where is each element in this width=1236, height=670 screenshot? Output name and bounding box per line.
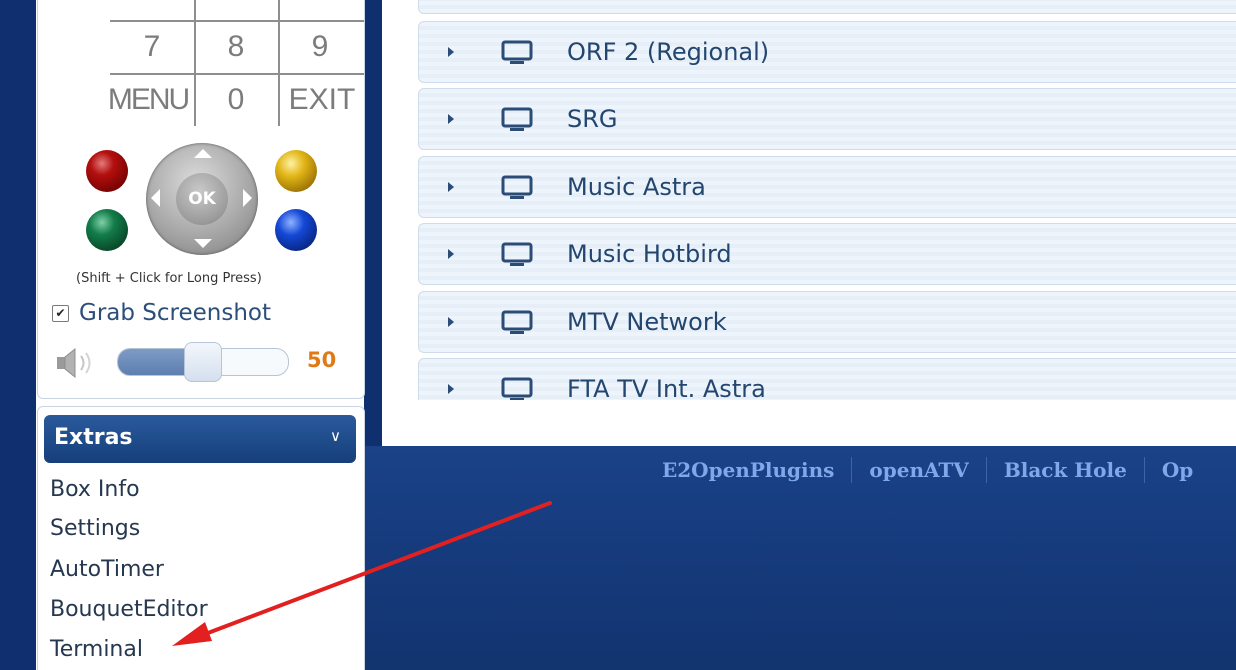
expand-caret-icon[interactable] bbox=[448, 249, 454, 259]
expand-caret-icon[interactable] bbox=[448, 384, 454, 394]
expand-caret-icon[interactable] bbox=[448, 317, 454, 327]
expand-caret-icon[interactable] bbox=[448, 182, 454, 192]
extras-item-bouqueteditor[interactable]: BouquetEditor bbox=[50, 597, 208, 622]
key-0[interactable]: 0 bbox=[194, 83, 278, 117]
expand-caret-icon[interactable] bbox=[448, 47, 454, 57]
right-arrow-button[interactable] bbox=[243, 189, 252, 207]
tv-icon bbox=[501, 377, 533, 400]
footer-link-black-hole[interactable]: Black Hole bbox=[1004, 458, 1127, 482]
extras-item-terminal[interactable]: Terminal bbox=[50, 637, 143, 662]
expand-caret-icon[interactable] bbox=[448, 114, 454, 124]
extras-item-autotimer[interactable]: AutoTimer bbox=[50, 557, 164, 582]
key-9[interactable]: 9 bbox=[278, 30, 362, 64]
channel-label: MTV Network bbox=[567, 308, 727, 336]
extras-item-box-info[interactable]: Box Info bbox=[50, 477, 140, 502]
keypad-divider bbox=[110, 20, 364, 22]
chevron-down-icon: ∨ bbox=[330, 427, 341, 445]
footer-separator bbox=[1143, 457, 1145, 483]
green-button[interactable] bbox=[86, 209, 128, 251]
channel-list-panel: ORF 2 (Regional) SRG Music Astra Music H… bbox=[382, 0, 1236, 444]
extras-title: Extras bbox=[54, 425, 133, 450]
number-keypad: 7 8 9 MENU 0 EXIT bbox=[108, 0, 364, 126]
grab-screenshot-option: ✔ Grab Screenshot bbox=[52, 300, 271, 326]
key-7[interactable]: 7 bbox=[110, 30, 194, 64]
ok-button[interactable]: OK bbox=[176, 173, 228, 225]
channel-row[interactable]: Music Hotbird bbox=[418, 223, 1236, 285]
channel-row[interactable] bbox=[418, 0, 1236, 14]
remote-control-panel: 7 8 9 MENU 0 EXIT OK (Shift + Click for … bbox=[37, 0, 365, 399]
channel-label: Music Hotbird bbox=[567, 240, 732, 268]
volume-value: 50 bbox=[307, 348, 337, 372]
channel-row[interactable]: FTA TV Int. Astra bbox=[418, 358, 1236, 400]
channel-row[interactable]: Music Astra bbox=[418, 156, 1236, 218]
volume-slider-handle[interactable] bbox=[184, 342, 222, 382]
channel-label: Music Astra bbox=[567, 173, 706, 201]
extras-panel: Extras ∨ Box Info Settings AutoTimer Bou… bbox=[37, 406, 365, 670]
keypad-divider bbox=[110, 73, 364, 75]
extras-header[interactable]: Extras ∨ bbox=[44, 415, 356, 463]
yellow-button[interactable] bbox=[275, 150, 317, 192]
tv-icon bbox=[501, 242, 533, 266]
channel-row[interactable]: MTV Network bbox=[418, 291, 1236, 353]
footer-links: E2OpenPlugins openATV Black Hole Op bbox=[662, 457, 1193, 483]
footer-link-openatv[interactable]: openATV bbox=[869, 458, 968, 482]
tv-icon bbox=[501, 310, 533, 334]
long-press-hint: (Shift + Click for Long Press) bbox=[76, 271, 262, 286]
blue-button[interactable] bbox=[275, 209, 317, 251]
menu-key[interactable]: MENU bbox=[106, 83, 190, 117]
openwebif-page: 7 8 9 MENU 0 EXIT OK (Shift + Click for … bbox=[0, 0, 1236, 670]
key-8[interactable]: 8 bbox=[194, 30, 278, 64]
channel-label: SRG bbox=[567, 105, 618, 133]
page-background-left bbox=[0, 0, 36, 670]
footer-separator bbox=[851, 457, 853, 483]
channel-label: ORF 2 (Regional) bbox=[567, 38, 770, 66]
channel-row[interactable]: ORF 2 (Regional) bbox=[418, 21, 1236, 83]
tv-icon bbox=[501, 175, 533, 199]
grab-screenshot-label: Grab Screenshot bbox=[79, 300, 272, 326]
down-arrow-button[interactable] bbox=[194, 239, 212, 248]
channel-label: FTA TV Int. Astra bbox=[567, 375, 766, 400]
red-button[interactable] bbox=[86, 150, 128, 192]
extras-item-settings[interactable]: Settings bbox=[50, 516, 140, 541]
channel-list: ORF 2 (Regional) SRG Music Astra Music H… bbox=[382, 0, 1236, 400]
footer-link-e2openplugins[interactable]: E2OpenPlugins bbox=[662, 458, 834, 482]
direction-pad: OK bbox=[146, 143, 258, 255]
tv-icon bbox=[501, 40, 533, 64]
up-arrow-button[interactable] bbox=[194, 149, 212, 158]
left-arrow-button[interactable] bbox=[151, 189, 160, 207]
tv-icon bbox=[501, 107, 533, 131]
footer-separator bbox=[985, 457, 987, 483]
speaker-icon[interactable] bbox=[51, 344, 99, 382]
channel-row[interactable]: SRG bbox=[418, 88, 1236, 150]
grab-screenshot-checkbox[interactable]: ✔ bbox=[52, 304, 69, 322]
footer-link-truncated[interactable]: Op bbox=[1162, 458, 1193, 482]
exit-key[interactable]: EXIT bbox=[280, 83, 364, 117]
